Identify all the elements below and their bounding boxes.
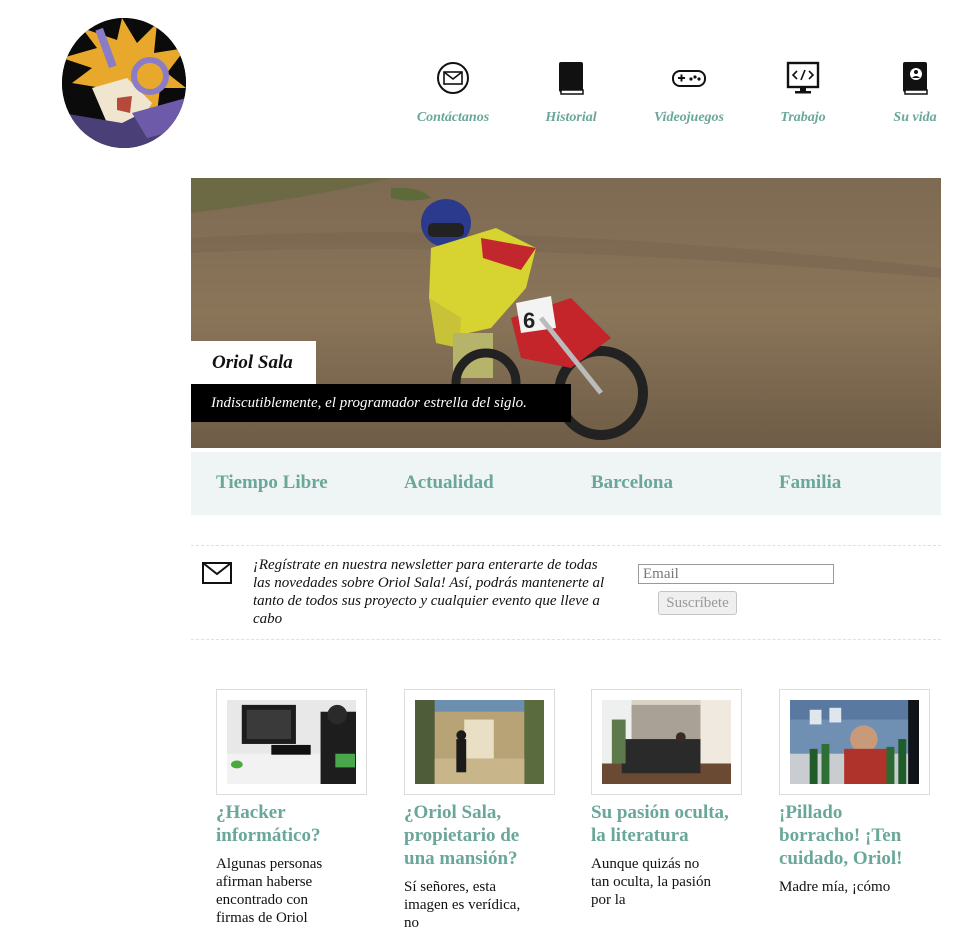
category-link[interactable]: Barcelona — [591, 472, 673, 494]
nav-work[interactable]: Trabajo — [748, 58, 858, 126]
article-excerpt: Algunas personas afirman haberse encontr… — [216, 856, 323, 926]
nav-label: Su vida — [893, 110, 937, 125]
newsletter-text: ¡Regístrate en nuestra newsletter para e… — [253, 557, 605, 627]
category-bar: Tiempo Libre Actualidad Barcelona Famili… — [191, 452, 941, 515]
article-excerpt: Sí señores, esta imagen es verídica, no — [404, 879, 521, 931]
article-title[interactable]: Su pasión oculta, la literatura — [591, 801, 731, 847]
article-thumbnail[interactable] — [216, 689, 367, 795]
nav-label: Historial — [545, 110, 597, 125]
article-card[interactable]: ¿Hacker informático? Algunas personas af… — [216, 689, 376, 927]
article-thumbnail[interactable] — [779, 689, 930, 795]
code-monitor-icon — [786, 61, 820, 94]
nav-videogames[interactable]: Videojuegos — [634, 58, 744, 126]
category-link[interactable]: Familia — [779, 472, 841, 494]
article-thumbnail[interactable] — [404, 689, 555, 795]
envelope-icon — [202, 562, 232, 584]
hero-name: Oriol Sala — [191, 341, 316, 384]
article-title[interactable]: ¿Oriol Sala, propietario de una mansión? — [404, 801, 544, 870]
article-card[interactable]: ¿Oriol Sala, propietario de una mansión?… — [404, 689, 564, 932]
hero-tagline: Indiscutiblemente, el programador estrel… — [191, 384, 571, 422]
nav-history[interactable]: Historial — [516, 58, 626, 126]
article-card[interactable]: Su pasión oculta, la literatura Aunque q… — [591, 689, 751, 909]
nav-label: Trabajo — [780, 110, 826, 125]
email-field[interactable] — [638, 564, 834, 584]
article-thumbnail[interactable] — [591, 689, 742, 795]
nav-label: Videojuegos — [653, 110, 724, 125]
category-link[interactable]: Tiempo Libre — [216, 472, 328, 494]
avatar — [62, 18, 186, 148]
article-excerpt: Madre mía, ¡cómo — [779, 879, 891, 895]
profile-book-icon — [903, 62, 928, 95]
subscribe-button[interactable]: Suscríbete — [658, 591, 737, 615]
category-link[interactable]: Actualidad — [404, 472, 494, 494]
nav-life[interactable]: Su vida — [860, 58, 969, 126]
book-icon — [559, 62, 584, 95]
article-title[interactable]: ¿Hacker informático? — [216, 801, 356, 847]
nav-contact[interactable]: Contáctanos — [398, 58, 508, 126]
envelope-icon — [437, 62, 469, 94]
article-title[interactable]: ¡Pillado borracho! ¡Ten cuidado, Oriol! — [779, 801, 919, 870]
newsletter-section: ¡Regístrate en nuestra newsletter para e… — [191, 545, 941, 640]
article-excerpt: Aunque quizás no tan oculta, la pasión p… — [591, 856, 711, 908]
gamepad-icon — [672, 70, 706, 87]
nav-label: Contáctanos — [416, 110, 490, 125]
svg-text:6: 6 — [523, 308, 535, 333]
article-card[interactable]: ¡Pillado borracho! ¡Ten cuidado, Oriol! … — [779, 689, 939, 896]
